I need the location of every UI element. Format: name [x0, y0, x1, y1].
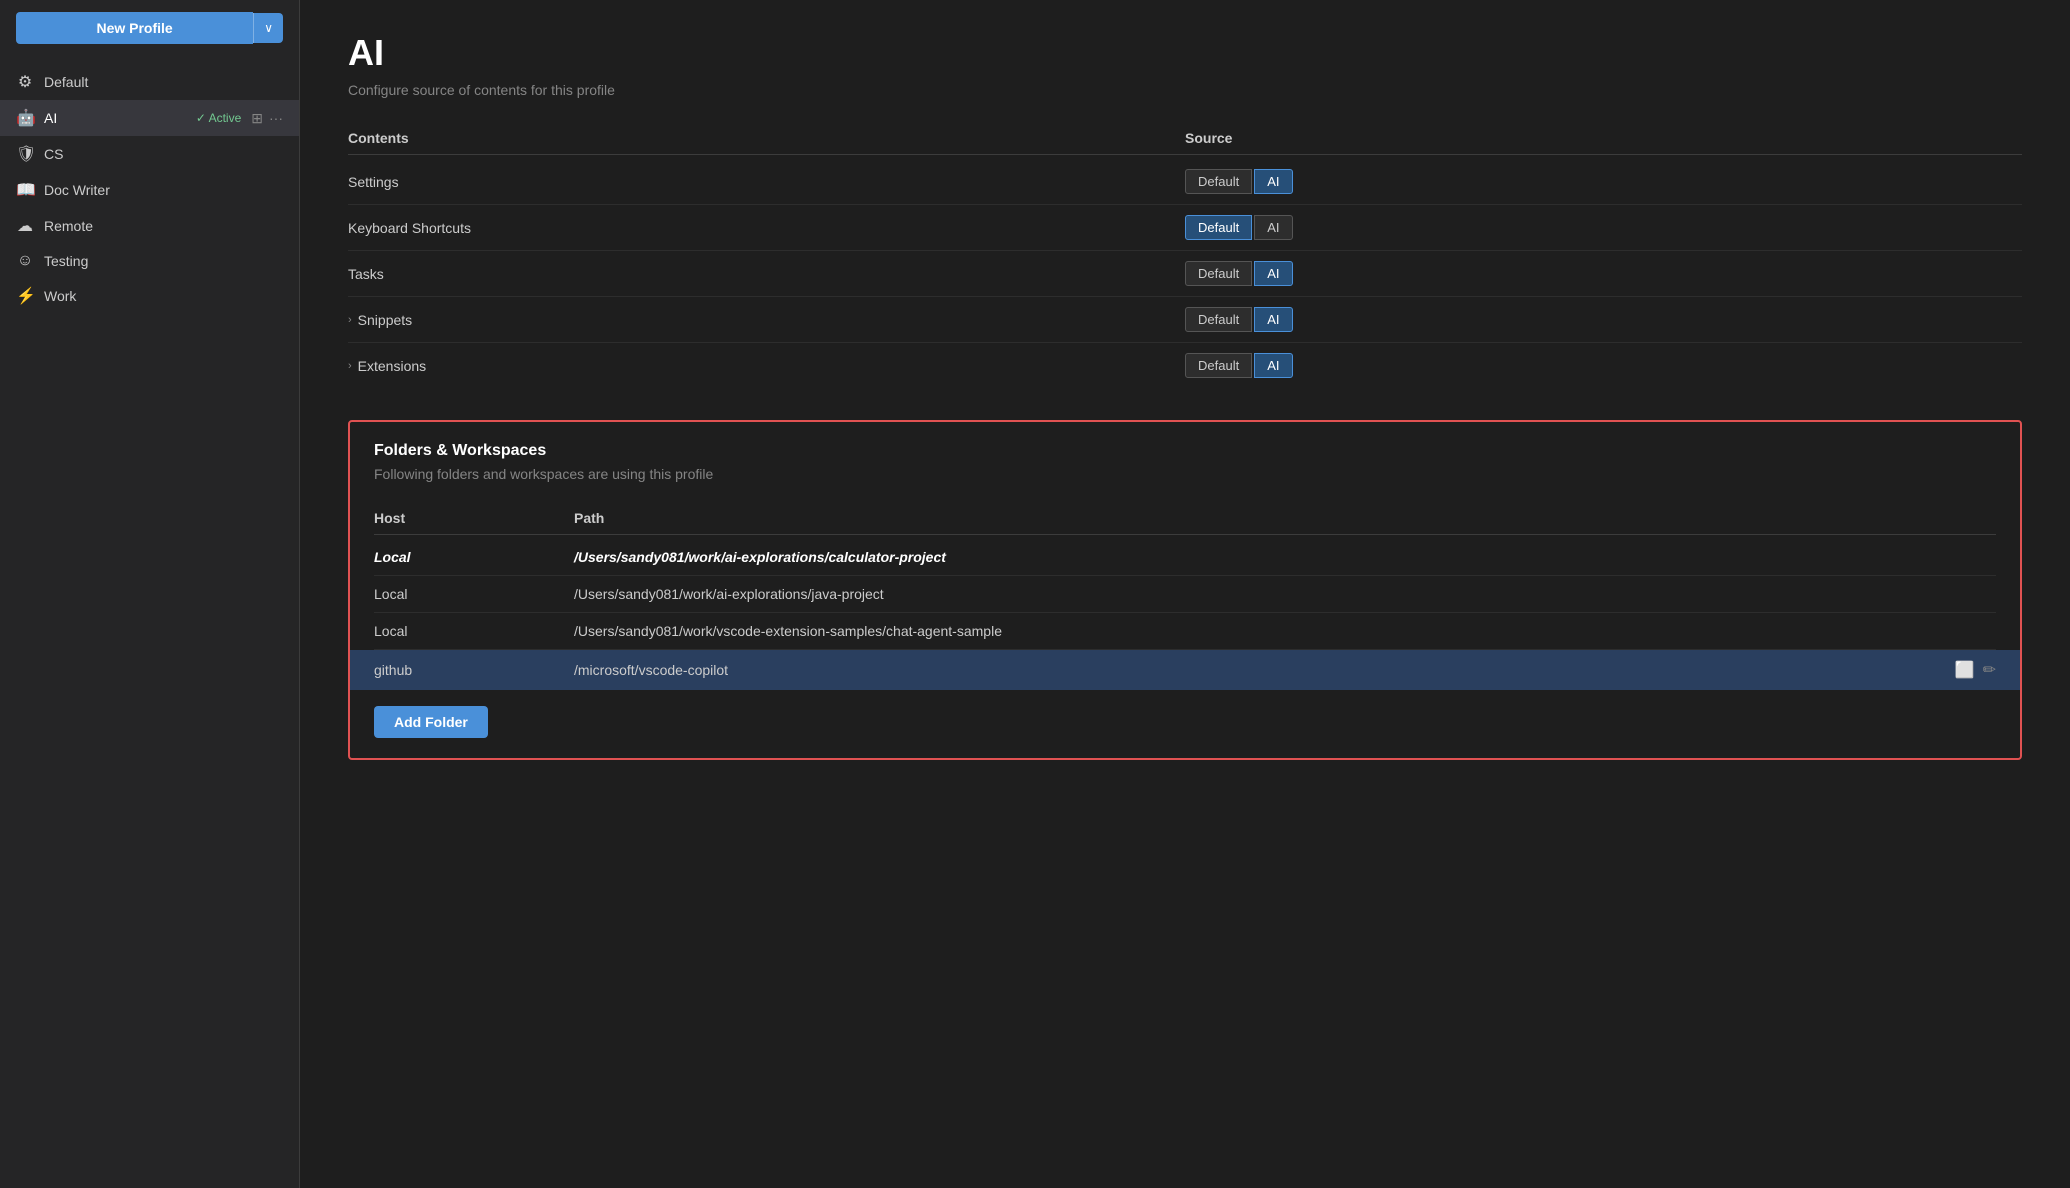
contents-table: Contents Source SettingsDefaultAIKeyboar…	[348, 122, 2022, 388]
sidebar-item-cs[interactable]: 🛡 CS	[0, 136, 299, 172]
folders-row: github/microsoft/vscode-copilot⬜✏	[350, 650, 2020, 690]
sidebar-item-testing[interactable]: ☺ Testing	[0, 244, 299, 278]
source-buttons: DefaultAI	[1185, 307, 2022, 332]
folders-section: Folders & Workspaces Following folders a…	[348, 420, 2022, 760]
folder-path: /Users/sandy081/work/ai-explorations/jav…	[574, 586, 1996, 602]
folders-row: Local/Users/sandy081/work/vscode-extensi…	[374, 613, 1996, 650]
source-buttons: DefaultAI	[1185, 215, 2022, 240]
folder-host: Local	[374, 549, 574, 565]
folder-host: Local	[374, 623, 574, 639]
source-ai-button[interactable]: AI	[1254, 215, 1292, 240]
sidebar-item-label-ai: AI	[44, 110, 186, 126]
source-buttons: DefaultAI	[1185, 169, 2022, 194]
table-row: › Extensions DefaultAI	[348, 343, 2022, 388]
more-options-icon[interactable]: ···	[269, 110, 283, 126]
folders-subtitle: Following folders and workspaces are usi…	[374, 466, 1996, 482]
folders-row: Local/Users/sandy081/work/ai-exploration…	[374, 539, 1996, 576]
source-col-header: Source	[1185, 130, 2022, 146]
source-buttons: DefaultAI	[1185, 353, 2022, 378]
work-icon: ⚡	[16, 286, 34, 306]
new-profile-chevron-button[interactable]: ∨	[253, 13, 283, 43]
active-badge: ✓ Active	[196, 111, 241, 125]
default-icon: ⚙	[16, 72, 34, 92]
table-row: Tasks DefaultAI	[348, 251, 2022, 297]
path-col-header: Path	[574, 510, 1996, 526]
contents-col-header: Contents	[348, 130, 1185, 146]
sidebar-item-work[interactable]: ⚡ Work	[0, 278, 299, 314]
cs-icon: 🛡	[16, 144, 34, 164]
folder-path: /Users/sandy081/work/vscode-extension-sa…	[574, 623, 1996, 639]
edit-icon[interactable]: ✏	[1983, 660, 1996, 680]
nav-item-actions: ⊞ ···	[251, 110, 283, 127]
folder-host: Local	[374, 586, 574, 602]
source-default-button[interactable]: Default	[1185, 169, 1252, 194]
new-profile-button[interactable]: New Profile	[16, 12, 253, 44]
sidebar-item-ai[interactable]: 🤖 AI ✓ Active ⊞ ···	[0, 100, 299, 136]
expand-icon[interactable]: ›	[348, 314, 352, 326]
sidebar-nav: ⚙ Default 🤖 AI ✓ Active ⊞ ··· 🛡 CS 📖 Doc Writer ☁ Re…	[0, 56, 299, 1188]
folders-row: Local/Users/sandy081/work/ai-exploration…	[374, 576, 1996, 613]
sidebar-item-label-work: Work	[44, 288, 283, 304]
sidebar-item-remote[interactable]: ☁ Remote	[0, 208, 299, 244]
sidebar-item-label-doc-writer: Doc Writer	[44, 182, 283, 198]
row-label: › Extensions	[348, 358, 1185, 374]
source-ai-button[interactable]: AI	[1254, 307, 1292, 332]
row-content-label: Tasks	[348, 266, 384, 282]
sidebar-header: New Profile ∨	[0, 0, 299, 56]
source-ai-button[interactable]: AI	[1254, 353, 1292, 378]
sidebar-item-label-cs: CS	[44, 146, 283, 162]
source-default-button[interactable]: Default	[1185, 353, 1252, 378]
sidebar-item-default[interactable]: ⚙ Default	[0, 64, 299, 100]
row-content-label: Keyboard Shortcuts	[348, 220, 471, 236]
sidebar: New Profile ∨ ⚙ Default 🤖 AI ✓ Active ⊞ ··· 🛡 CS…	[0, 0, 300, 1188]
contents-table-header: Contents Source	[348, 122, 2022, 155]
doc-writer-icon: 📖	[16, 180, 34, 200]
sidebar-item-label-default: Default	[44, 74, 283, 90]
sidebar-item-doc-writer[interactable]: 📖 Doc Writer	[0, 172, 299, 208]
source-default-button[interactable]: Default	[1185, 261, 1252, 286]
row-label: Keyboard Shortcuts	[348, 220, 1185, 236]
row-label: Tasks	[348, 266, 1185, 282]
row-content-label: Extensions	[358, 358, 426, 374]
row-label: › Snippets	[348, 312, 1185, 328]
row-content-label: Snippets	[358, 312, 412, 328]
row-content-label: Settings	[348, 174, 399, 190]
folder-row-actions: ⬜✏	[1955, 660, 1996, 680]
ai-icon: 🤖	[16, 108, 34, 128]
open-window-icon[interactable]: ⬜	[1955, 660, 1975, 680]
row-label: Settings	[348, 174, 1185, 190]
copy-profile-icon[interactable]: ⊞	[251, 110, 263, 127]
sidebar-item-label-remote: Remote	[44, 218, 283, 234]
folders-title: Folders & Workspaces	[374, 442, 1996, 460]
host-col-header: Host	[374, 510, 574, 526]
table-row: Settings DefaultAI	[348, 159, 2022, 205]
source-default-button[interactable]: Default	[1185, 307, 1252, 332]
main-content: AI Configure source of contents for this…	[300, 0, 2070, 1188]
folder-path: /microsoft/vscode-copilot	[574, 662, 1955, 678]
page-title: AI	[348, 32, 2022, 74]
folder-path: /Users/sandy081/work/ai-explorations/cal…	[574, 549, 1996, 565]
source-buttons: DefaultAI	[1185, 261, 2022, 286]
remote-icon: ☁	[16, 216, 34, 236]
folders-table-header: Host Path	[374, 502, 1996, 535]
expand-icon[interactable]: ›	[348, 360, 352, 372]
source-default-button[interactable]: Default	[1185, 215, 1252, 240]
page-subtitle: Configure source of contents for this pr…	[348, 82, 2022, 98]
source-ai-button[interactable]: AI	[1254, 169, 1292, 194]
source-ai-button[interactable]: AI	[1254, 261, 1292, 286]
sidebar-item-label-testing: Testing	[44, 253, 283, 269]
table-row: › Snippets DefaultAI	[348, 297, 2022, 343]
table-row: Keyboard Shortcuts DefaultAI	[348, 205, 2022, 251]
folder-host: github	[374, 662, 574, 678]
testing-icon: ☺	[16, 252, 34, 270]
add-folder-button[interactable]: Add Folder	[374, 706, 488, 738]
